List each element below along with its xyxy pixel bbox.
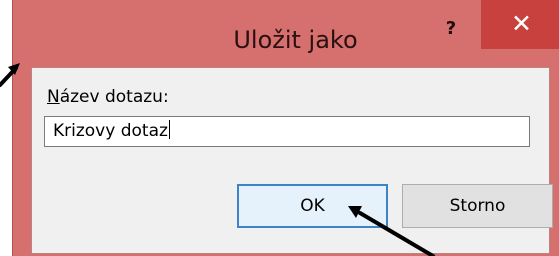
- query-name-input[interactable]: Krizovy dotaz: [44, 116, 530, 147]
- text-cursor: [168, 120, 170, 139]
- dialog-content: Název dotazu: Krizovy dotaz OK Storno: [31, 67, 553, 254]
- query-name-label-mnemonic: N: [47, 87, 60, 107]
- dialog-title: Uložit jako: [233, 26, 358, 54]
- query-name-value: Krizovy dotaz: [53, 121, 168, 141]
- close-button[interactable]: ✕: [481, 0, 559, 49]
- query-name-label-text: ázev dotazu:: [59, 87, 169, 107]
- close-icon: ✕: [511, 9, 532, 38]
- stage: Uložit jako ? ✕ Název dotazu: Krizovy do…: [0, 0, 559, 256]
- query-name-label: Název dotazu:: [47, 85, 169, 109]
- ok-button[interactable]: OK: [237, 184, 388, 228]
- save-as-dialog: Uložit jako ? ✕ Název dotazu: Krizovy do…: [12, 0, 559, 256]
- cancel-button[interactable]: Storno: [402, 184, 553, 228]
- help-button[interactable]: ?: [431, 9, 471, 49]
